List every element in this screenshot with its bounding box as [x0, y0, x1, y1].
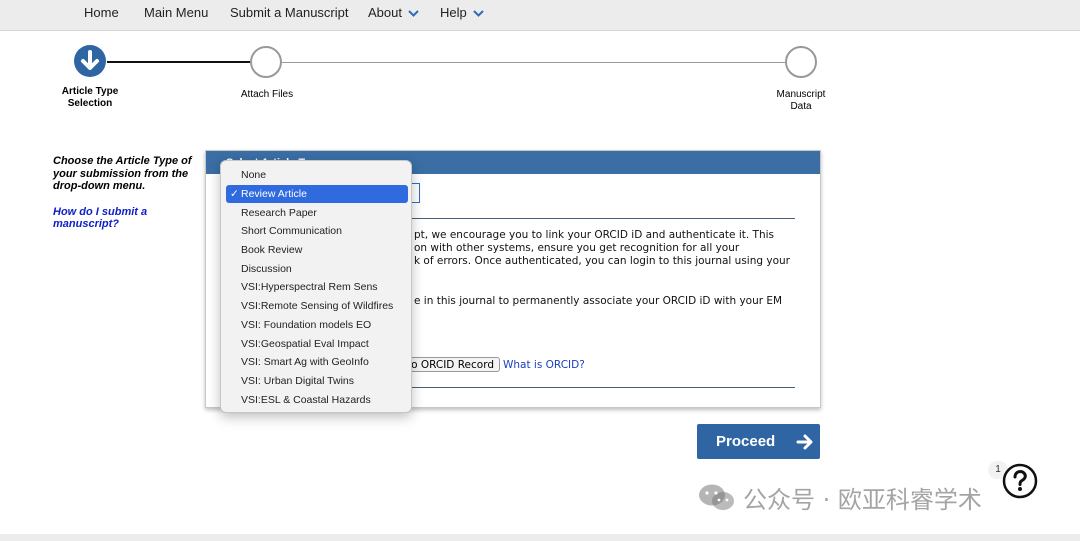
step-label-attach-files: Attach Files	[240, 89, 294, 100]
step-line-pending	[282, 62, 785, 63]
dropdown-option[interactable]: None	[226, 166, 408, 184]
help-button[interactable]	[1002, 463, 1038, 499]
dropdown-option[interactable]: VSI:Hyperspectral Rem Sens	[226, 278, 408, 296]
divider	[408, 387, 795, 388]
nav-help-label: Help	[440, 5, 467, 20]
step-current-circle	[74, 45, 106, 77]
orcid-text-line: pt, we encourage you to link your ORCID …	[414, 229, 775, 241]
orcid-text-line: on with other systems, ensure you get re…	[414, 242, 740, 254]
instructions: Choose the Article Type of your submissi…	[53, 155, 203, 231]
wechat-icon	[699, 484, 734, 510]
chevron-down-icon	[408, 10, 419, 17]
nav-about[interactable]: About	[368, 5, 419, 20]
watermark-text: 公众号 · 欧亚科睿学术	[743, 486, 982, 514]
chevron-down-icon	[473, 10, 484, 17]
top-navbar: Home Main Menu Submit a Manuscript About…	[0, 0, 1080, 31]
nav-main-menu[interactable]: Main Menu	[144, 5, 208, 20]
dropdown-option[interactable]: Short Communication	[226, 222, 408, 240]
dropdown-option[interactable]: Discussion	[226, 260, 408, 278]
watermark: 公众号 · 欧亚科睿学术	[697, 480, 982, 515]
divider	[408, 218, 795, 219]
proceed-button[interactable]: Proceed	[697, 424, 820, 459]
nav-submit-manuscript[interactable]: Submit a Manuscript	[230, 5, 349, 20]
dropdown-option-label: Review Article	[241, 188, 307, 200]
proceed-label: Proceed	[716, 433, 776, 450]
bottom-bar	[0, 534, 1080, 541]
orcid-record-button[interactable]: o ORCID Record	[406, 357, 500, 372]
instruction-text: Choose the Article Type of your submissi…	[53, 155, 192, 192]
step-label-manuscript-data: Manuscript Data	[776, 89, 826, 112]
orcid-text-line: k of errors. Once authenticated, you can…	[414, 255, 790, 267]
dropdown-option[interactable]: VSI:ESL & Coastal Hazards	[226, 391, 408, 409]
step-pending-circle	[785, 46, 817, 78]
dropdown-option[interactable]: Research Paper	[226, 204, 408, 222]
arrow-down-icon	[81, 50, 99, 70]
orcid-text-line: e in this journal to permanently associa…	[414, 295, 783, 307]
step-line-completed	[107, 61, 251, 63]
dropdown-option-selected[interactable]: ✓ Review Article	[226, 185, 408, 203]
nav-help[interactable]: Help	[440, 5, 484, 20]
article-type-dropdown[interactable]: None ✓ Review Article Research Paper Sho…	[220, 160, 412, 413]
question-icon	[1002, 463, 1038, 499]
dropdown-option[interactable]: VSI:Remote Sensing of Wildfires	[226, 297, 408, 315]
arrow-right-icon	[796, 434, 813, 450]
dropdown-option[interactable]: VSI: Smart Ag with GeoInfo	[226, 353, 408, 371]
what-is-orcid-link[interactable]: What is ORCID?	[503, 359, 585, 371]
dropdown-option[interactable]: VSI:Geospatial Eval Impact	[226, 335, 408, 353]
step-label-article-type: Article Type Selection	[61, 86, 119, 109]
dropdown-option[interactable]: VSI: Urban Digital Twins	[226, 372, 408, 390]
checkmark-icon: ✓	[230, 188, 239, 200]
dropdown-option[interactable]: VSI: Foundation models EO	[226, 316, 408, 334]
nav-home[interactable]: Home	[84, 5, 119, 20]
step-pending-circle	[250, 46, 282, 78]
nav-about-label: About	[368, 5, 402, 20]
help-submit-link[interactable]: How do I submit a manuscript?	[53, 206, 203, 231]
dropdown-option[interactable]: Book Review	[226, 241, 408, 259]
